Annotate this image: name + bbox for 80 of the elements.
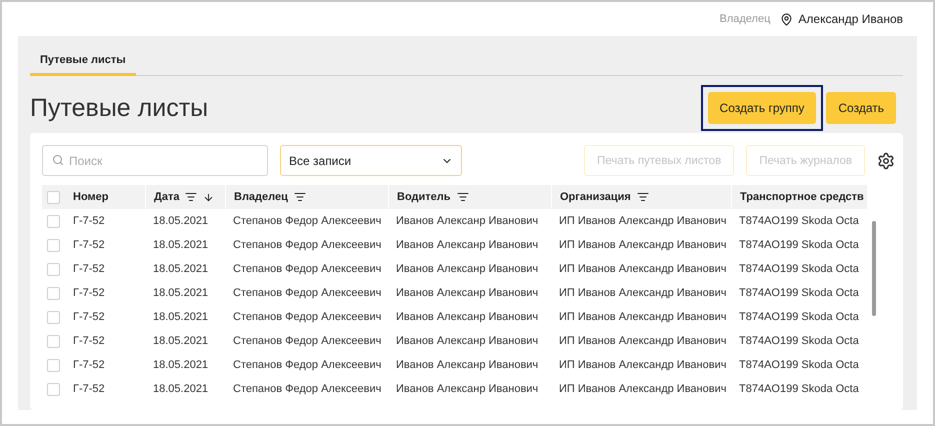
table-cell-text: Иванов Алексанр Иванович <box>395 382 540 397</box>
row-checkbox[interactable] <box>47 310 60 324</box>
table-cell-text: Г-7-52 <box>72 310 106 325</box>
table-cell-text: T874AO199 Skoda Octa <box>738 238 860 253</box>
column-header[interactable]: Организация <box>551 185 731 209</box>
table-cell-text: ИП Иванов Александр Иванович <box>558 334 728 349</box>
column-header[interactable]: Транспортное средств <box>731 185 867 209</box>
table-cell-text: Степанов Федор Алексеевич <box>232 214 382 229</box>
table-cell-text: 18.05.2021 <box>152 238 210 253</box>
table-cell-text: Иванов Алексанр Иванович <box>395 334 540 349</box>
table-cell-text: Г-7-52 <box>72 262 106 277</box>
table-cell-text: T874AO199 Skoda Octa <box>738 214 860 229</box>
filter-icon[interactable] <box>294 191 306 203</box>
table-cell-text: Степанов Федор Алексеевич <box>232 238 382 253</box>
filter-icon[interactable] <box>636 191 649 203</box>
column-header[interactable]: Водитель <box>388 185 551 209</box>
page-title: Путевые листы <box>30 94 208 122</box>
table-cell-text: Г-7-52 <box>72 286 106 301</box>
sort-arrow-icon[interactable] <box>203 192 214 202</box>
select-all-checkbox[interactable] <box>47 190 60 204</box>
table-cell-text: Иванов Алексанр Иванович <box>395 262 540 277</box>
table-cell-text: ИП Иванов Александр Иванович <box>558 286 728 301</box>
role-label: Владелец <box>720 13 770 25</box>
settings-icon <box>877 152 895 170</box>
column-header[interactable]: Дата <box>145 185 225 209</box>
search-field[interactable]: Поиск <box>42 145 268 176</box>
table-cell-text: 18.05.2021 <box>152 214 210 229</box>
tab[interactable]: Путевые листы <box>30 50 136 76</box>
row-checkbox[interactable] <box>47 334 60 348</box>
table-cell-text: Иванов Алексанр Иванович <box>395 238 540 253</box>
table-cell-text: Г-7-52 <box>72 238 106 253</box>
row-checkbox[interactable] <box>47 262 60 276</box>
table-cell-text: Степанов Федор Алексеевич <box>232 262 382 277</box>
table-cell-text: ИП Иванов Александр Иванович <box>558 238 728 253</box>
column-header[interactable]: Владелец <box>225 185 388 209</box>
table-cell-text: 18.05.2021 <box>152 334 210 349</box>
table-cell-text: 18.05.2021 <box>152 382 210 397</box>
row-checkbox[interactable] <box>47 238 60 252</box>
row-checkbox[interactable] <box>47 382 60 396</box>
records-dropdown[interactable]: Все записи <box>280 145 462 176</box>
create-button[interactable]: Создать <box>826 92 896 124</box>
table-cell-text: ИП Иванов Александр Иванович <box>558 310 728 325</box>
table-cell-text: Степанов Федор Алексеевич <box>232 310 382 325</box>
table-cell-text: ИП Иванов Александр Иванович <box>558 262 728 277</box>
pin-icon <box>780 12 794 26</box>
table-cell-text: T874AO199 Skoda Octa <box>738 310 860 325</box>
filter-icon[interactable] <box>456 191 469 203</box>
table-cell-text: Степанов Федор Алексеевич <box>232 334 382 349</box>
table-cell-text: Степанов Федор Алексеевич <box>232 382 382 397</box>
table-cell-text: Г-7-52 <box>72 334 106 349</box>
table-cell-text: Степанов Федор Алексеевич <box>232 358 382 373</box>
column-header[interactable]: Номер <box>65 185 145 209</box>
table-cell-text: ИП Иванов Александр Иванович <box>558 214 728 229</box>
table-cell-text: 18.05.2021 <box>152 310 210 325</box>
table-cell-text: Г-7-52 <box>72 214 106 229</box>
scrollbar-thumb[interactable] <box>872 221 876 316</box>
table-cell-text: Иванов Алексанр Иванович <box>395 310 540 325</box>
row-checkbox[interactable] <box>47 286 60 300</box>
table-cell-text: T874AO199 Skoda Octa <box>738 382 860 397</box>
table-cell-text: Иванов Алексанр Иванович <box>395 286 540 301</box>
settings-button[interactable] <box>877 152 895 170</box>
user-name[interactable]: Александр Иванов <box>780 12 903 26</box>
table-cell-text: T874AO199 Skoda Octa <box>738 334 860 349</box>
table-cell-text: ИП Иванов Александр Иванович <box>558 358 728 373</box>
filter-icon[interactable] <box>185 191 198 203</box>
table-cell-text: 18.05.2021 <box>152 286 210 301</box>
table-cell-text: T874AO199 Skoda Octa <box>738 358 860 373</box>
create-group-button[interactable]: Создать группу <box>708 92 816 124</box>
table-cell-text: T874AO199 Skoda Octa <box>738 286 860 301</box>
table-cell-text: T874AO199 Skoda Octa <box>738 262 860 277</box>
table-cell-text: Г-7-52 <box>72 358 106 373</box>
table-cell-text: 18.05.2021 <box>152 358 210 373</box>
row-checkbox[interactable] <box>47 358 60 372</box>
table-cell-text: 18.05.2021 <box>152 262 210 277</box>
table-cell-text: ИП Иванов Александр Иванович <box>558 382 728 397</box>
table-cell-text: Иванов Алексанр Иванович <box>395 214 540 229</box>
table-cell-text: Г-7-52 <box>72 382 106 397</box>
row-checkbox[interactable] <box>47 214 60 228</box>
table-cell-text: Степанов Федор Алексеевич <box>232 286 382 301</box>
table-cell-text: Иванов Алексанр Иванович <box>395 358 540 373</box>
